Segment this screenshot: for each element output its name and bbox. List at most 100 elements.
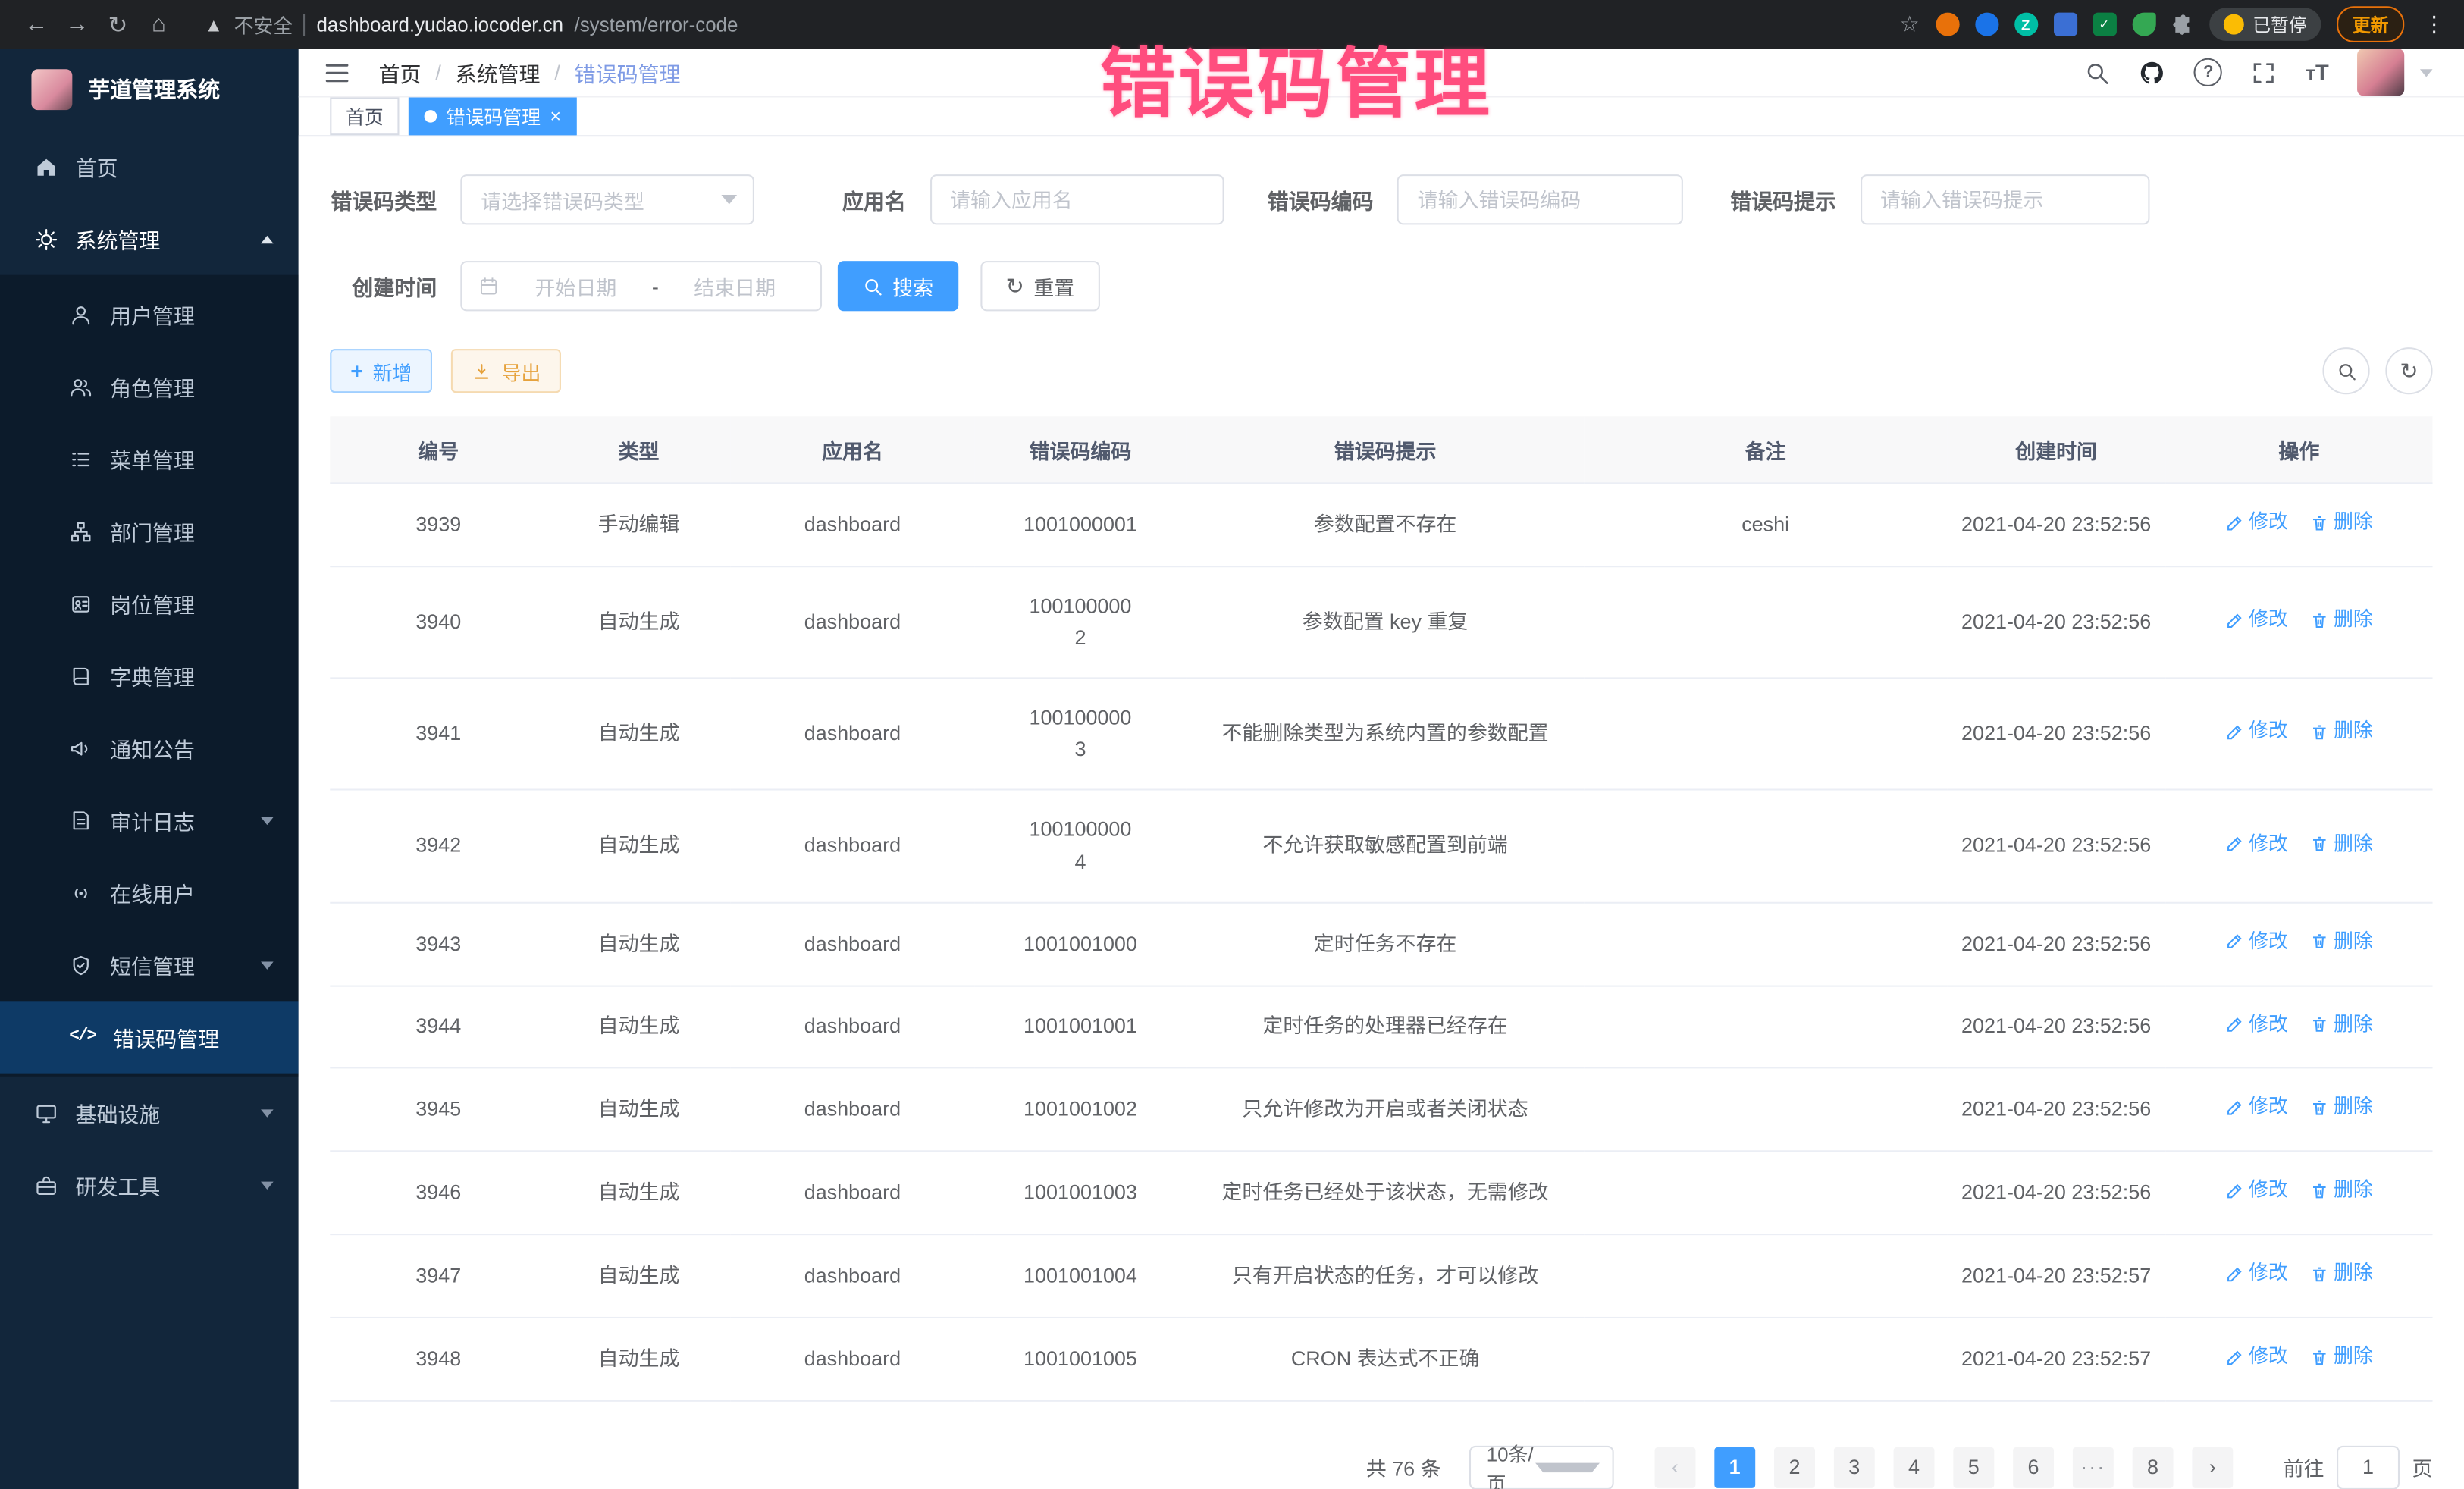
page-button[interactable]: 5: [1953, 1447, 1994, 1487]
next-page-button[interactable]: ›: [2192, 1447, 2233, 1487]
delete-link[interactable]: 删除: [2310, 717, 2373, 748]
broadcast-icon: [69, 881, 92, 904]
sidebar-item-error-code[interactable]: </> 错误码管理: [0, 1001, 299, 1073]
avatar[interactable]: [2357, 49, 2404, 96]
sidebar-item-users[interactable]: 用户管理: [0, 278, 299, 350]
paused-badge[interactable]: 已暂停: [2209, 8, 2321, 41]
page-button[interactable]: 6: [2013, 1447, 2054, 1487]
cell-hint: 参数配置不存在: [1187, 483, 1584, 566]
breadcrumb-separator: /: [435, 61, 441, 84]
cell-app: dashboard: [731, 679, 974, 791]
avatar-dropdown-caret-icon[interactable]: [2420, 68, 2433, 76]
update-button[interactable]: 更新: [2337, 6, 2404, 42]
sidebar-item-menus[interactable]: 菜单管理: [0, 423, 299, 495]
breadcrumb-system[interactable]: 系统管理: [456, 57, 541, 88]
address-bar[interactable]: ▲ 不安全 dashboard.yudao.iocoder.cn/system/…: [204, 9, 738, 39]
sidebar-item-infrastructure[interactable]: 基础设施: [0, 1077, 299, 1149]
edit-link[interactable]: 修改: [2225, 1010, 2288, 1040]
menu-fold-icon[interactable]: [324, 59, 350, 86]
font-size-icon[interactable]: TT: [2306, 60, 2328, 85]
sidebar-item-audit-log[interactable]: 审计日志: [0, 784, 299, 856]
add-button[interactable]: + 新增: [330, 349, 432, 393]
close-tab-icon[interactable]: ×: [550, 107, 562, 126]
page-more-button[interactable]: ···: [2073, 1447, 2114, 1487]
edit-link[interactable]: 修改: [2225, 926, 2288, 957]
jump-page-input[interactable]: [2337, 1445, 2400, 1489]
page-button[interactable]: 3: [1834, 1447, 1875, 1487]
user-icon: [69, 303, 92, 326]
delete-link[interactable]: 删除: [2310, 507, 2373, 538]
edit-link[interactable]: 修改: [2225, 829, 2288, 860]
breadcrumb-home[interactable]: 首页: [379, 57, 422, 88]
error-hint-input[interactable]: [1860, 174, 2149, 224]
sidebar-item-roles[interactable]: 角色管理: [0, 350, 299, 422]
extension-icon-green[interactable]: ✓: [2093, 13, 2116, 36]
delete-link[interactable]: 删除: [2310, 829, 2373, 860]
extension-icon-teal[interactable]: Z: [2014, 13, 2037, 36]
search-button[interactable]: 搜索: [838, 261, 959, 311]
fullscreen-icon[interactable]: [2251, 59, 2277, 86]
extensions-puzzle-icon[interactable]: [2171, 14, 2193, 36]
cell-create-time: 2021-04-20 23:52:56: [1947, 790, 2165, 902]
error-type-select[interactable]: 请选择错误码类型: [460, 174, 754, 224]
sidebar-item-dictionary[interactable]: 字典管理: [0, 640, 299, 712]
edit-link[interactable]: 修改: [2225, 717, 2288, 748]
reset-button[interactable]: ↻ 重置: [980, 261, 1099, 311]
help-icon[interactable]: ?: [2194, 58, 2222, 86]
github-icon[interactable]: [2140, 59, 2166, 86]
delete-link[interactable]: 删除: [2310, 1010, 2373, 1040]
delete-link[interactable]: 删除: [2310, 605, 2373, 635]
delete-link[interactable]: 删除: [2310, 926, 2373, 957]
extension-icon-grid[interactable]: [2053, 13, 2077, 36]
extension-icon-orange[interactable]: [1936, 13, 1959, 36]
edit-link[interactable]: 修改: [2225, 1259, 2288, 1289]
toggle-search-button[interactable]: [2322, 347, 2369, 394]
edit-link[interactable]: 修改: [2225, 1092, 2288, 1123]
sidebar-item-sms[interactable]: 短信管理: [0, 929, 299, 1001]
extension-icon-leaf[interactable]: [2132, 13, 2155, 36]
tab-home[interactable]: 首页: [330, 98, 399, 136]
delete-link[interactable]: 删除: [2310, 1342, 2373, 1372]
sidebar-item-system[interactable]: 系统管理: [0, 202, 299, 274]
edit-link[interactable]: 修改: [2225, 605, 2288, 635]
page-size-select[interactable]: 10条/页: [1469, 1445, 1614, 1489]
page-button[interactable]: 4: [1894, 1447, 1935, 1487]
url-host: dashboard.yudao.iocoder.cn: [316, 14, 563, 36]
sidebar-item-notices[interactable]: 通知公告: [0, 712, 299, 784]
logo[interactable]: 芋道管理系统: [0, 49, 299, 130]
prev-page-button[interactable]: ‹: [1654, 1447, 1695, 1487]
refresh-table-button[interactable]: ↻: [2385, 347, 2432, 394]
extension-icon-blue[interactable]: [1974, 13, 1998, 36]
delete-link[interactable]: 删除: [2310, 1092, 2373, 1123]
cell-hint: 定时任务的处理器已经存在: [1187, 986, 1584, 1068]
sidebar-item-online-users[interactable]: 在线用户: [0, 857, 299, 929]
page-button[interactable]: 1: [1714, 1447, 1755, 1487]
sidebar-item-posts[interactable]: 岗位管理: [0, 567, 299, 639]
error-code-input[interactable]: [1397, 174, 1683, 224]
app-name-input[interactable]: [929, 174, 1224, 224]
edit-link[interactable]: 修改: [2225, 1176, 2288, 1206]
edit-link[interactable]: 修改: [2225, 507, 2288, 538]
bookmark-star-icon[interactable]: ☆: [1900, 11, 1920, 38]
tab-error-code[interactable]: 错误码管理 ×: [409, 98, 577, 136]
forward-icon[interactable]: →: [57, 11, 98, 38]
export-button-label: 导出: [502, 356, 541, 385]
delete-link[interactable]: 删除: [2310, 1259, 2373, 1289]
error-code-table: 编号类型应用名错误码编码错误码提示备注创建时间操作 3939手动编辑dashbo…: [330, 416, 2432, 1401]
date-range-picker[interactable]: 开始日期 - 结束日期: [460, 261, 822, 311]
back-icon[interactable]: ←: [16, 11, 57, 38]
reload-icon[interactable]: ↻: [98, 10, 139, 38]
export-button[interactable]: 导出: [451, 349, 561, 393]
sidebar-item-home[interactable]: 首页: [0, 130, 299, 202]
search-icon[interactable]: [2084, 59, 2111, 86]
page-button[interactable]: 2: [1774, 1447, 1815, 1487]
sidebar-item-dev-tools[interactable]: 研发工具: [0, 1149, 299, 1221]
page-button[interactable]: 8: [2133, 1447, 2174, 1487]
edit-link[interactable]: 修改: [2225, 1342, 2288, 1372]
delete-link[interactable]: 删除: [2310, 1176, 2373, 1206]
cell-create-time: 2021-04-20 23:52:57: [1947, 1234, 2165, 1317]
home-icon[interactable]: ⌂: [138, 11, 179, 38]
chrome-menu-icon[interactable]: ⋮: [2420, 11, 2448, 38]
cell-id: 3944: [330, 986, 547, 1068]
sidebar-item-departments[interactable]: 部门管理: [0, 495, 299, 567]
